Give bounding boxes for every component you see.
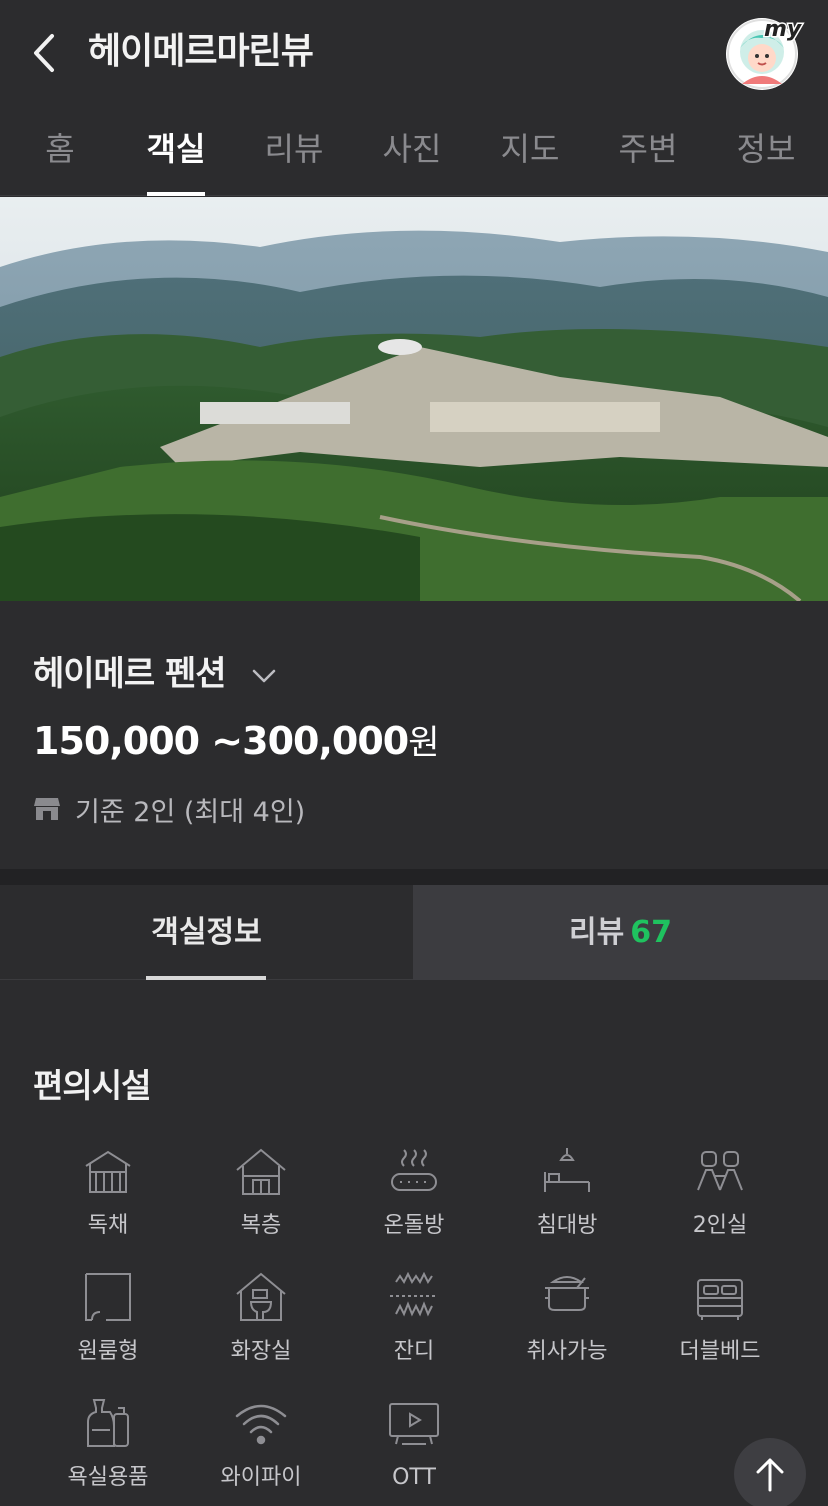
review-tab-label: 리뷰 <box>569 915 625 950</box>
amenity-label: OTT <box>392 1465 436 1490</box>
scroll-to-top-button[interactable] <box>734 1438 806 1506</box>
cooking-pot-icon <box>545 1276 589 1311</box>
capacity-row: 기준 2인 (최대 4인) <box>33 789 305 829</box>
amenity-item: OTT <box>338 1398 490 1506</box>
tab-rooms[interactable]: 객실 <box>131 127 221 171</box>
tab-info[interactable]: 정보 <box>721 127 811 171</box>
duplex-icon <box>236 1148 286 1195</box>
tab-home[interactable]: 홈 <box>15 127 105 171</box>
amenity-label: 침대방 <box>536 1213 598 1238</box>
amenity-item: 침대방 <box>491 1146 643 1256</box>
amenity-item: 화장실 <box>185 1272 337 1382</box>
amenity-item: 욕실용품 <box>32 1398 184 1506</box>
capacity-text: 기준 2인 (최대 4인) <box>75 796 306 828</box>
chevron-down-icon[interactable] <box>250 667 278 685</box>
toilet-icon <box>236 1272 286 1321</box>
page-title: 헤이메르마린뷰 <box>88 31 314 72</box>
amenity-label: 욕실용품 <box>67 1465 149 1490</box>
one-room-icon <box>85 1273 131 1321</box>
amenity-item: 온돌방 <box>338 1146 490 1256</box>
toiletries-icon <box>87 1399 129 1447</box>
section-divider <box>0 869 828 885</box>
wifi-icon <box>235 1404 287 1445</box>
price-range-value: 150,000 ~300,000 <box>33 719 409 763</box>
room-sub-tabs: 객실정보 리뷰 67 <box>0 885 828 980</box>
active-subtab-indicator <box>146 976 266 980</box>
tab-reviews[interactable]: 리뷰 <box>249 127 339 171</box>
amenity-label: 취사가능 <box>526 1339 608 1364</box>
tab-room-reviews[interactable]: 리뷰 67 <box>413 885 828 980</box>
arrow-up-icon <box>756 1458 784 1492</box>
ondol-icon <box>391 1149 437 1191</box>
detached-house-icon <box>85 1150 131 1193</box>
amenity-item: 2인실 <box>644 1146 796 1256</box>
amenity-label: 복층 <box>240 1213 282 1238</box>
back-button[interactable] <box>26 28 66 78</box>
double-bed-icon <box>697 1279 743 1320</box>
tab-nearby[interactable]: 주변 <box>603 127 693 171</box>
amenity-item: 복층 <box>185 1146 337 1256</box>
store-icon <box>34 798 60 820</box>
my-profile-avatar[interactable]: my <box>726 16 804 90</box>
tv-play-icon <box>389 1403 439 1445</box>
amenity-label: 더블베드 <box>679 1339 761 1364</box>
active-tab-indicator <box>147 192 205 196</box>
price-range: 150,000 ~300,000원 <box>33 716 440 774</box>
amenities-title: 편의시설 <box>33 1066 151 1105</box>
amenity-item: 취사가능 <box>491 1272 643 1382</box>
amenity-label: 와이파이 <box>220 1465 302 1490</box>
room-summary: 헤이메르 펜션 150,000 ~300,000원 기준 2인 (최대 4인) <box>0 601 828 869</box>
amenity-label: 원룸형 <box>77 1339 139 1364</box>
amenity-label: 온돌방 <box>383 1213 445 1238</box>
tab-map[interactable]: 지도 <box>485 127 575 171</box>
grass-icon <box>390 1272 438 1317</box>
price-unit: 원 <box>408 723 440 763</box>
bedroom-icon <box>544 1148 590 1192</box>
chevron-left-icon <box>34 34 54 72</box>
aerial-landscape-image <box>0 197 828 601</box>
room-hero-photo[interactable] <box>0 197 828 601</box>
amenity-item: 더블베드 <box>644 1272 796 1382</box>
my-badge: my <box>763 16 805 43</box>
amenity-item: 독채 <box>32 1146 184 1256</box>
top-tab-bar: 홈 객실 리뷰 사진 지도 주변 정보 <box>0 105 828 196</box>
amenity-item: 잔디 <box>338 1272 490 1382</box>
room-name[interactable]: 헤이메르 펜션 <box>33 651 227 697</box>
app-header: 헤이메르마린뷰 my <box>0 0 828 105</box>
amenity-label: 화장실 <box>230 1339 292 1364</box>
two-person-icon <box>697 1151 743 1191</box>
svg-text:my: my <box>764 17 803 42</box>
review-count: 67 <box>630 915 672 950</box>
amenity-label: 잔디 <box>393 1339 435 1364</box>
tab-photos[interactable]: 사진 <box>367 127 457 171</box>
tab-room-info[interactable]: 객실정보 <box>0 885 413 980</box>
amenity-item: 원룸형 <box>32 1272 184 1382</box>
amenity-item: 와이파이 <box>185 1398 337 1506</box>
amenity-label: 독채 <box>87 1213 129 1238</box>
amenity-label: 2인실 <box>692 1213 748 1238</box>
